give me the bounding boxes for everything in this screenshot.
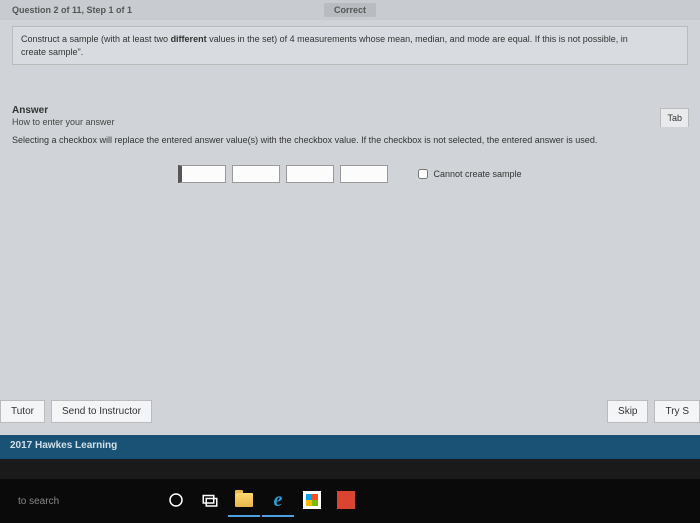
brand-footer: 2017 Hawkes Learning	[0, 435, 700, 459]
edge-browser-icon[interactable]: e	[262, 485, 294, 517]
bottom-button-bar: Tutor Send to Instructor Skip Try S	[0, 400, 700, 423]
value-input-3[interactable]	[286, 165, 334, 183]
prompt-bold: different	[171, 34, 207, 44]
answer-section: Answer How to enter your answer Tab Sele…	[12, 105, 688, 183]
status-badge: Correct	[324, 3, 376, 17]
prompt-text-a: Construct a sample (with at least two	[21, 34, 171, 44]
tab-button[interactable]: Tab	[660, 108, 689, 127]
windows-taskbar[interactable]: to search e	[0, 479, 700, 523]
question-header: Question 2 of 11, Step 1 of 1 Correct	[0, 0, 700, 20]
task-view-icon[interactable]	[194, 485, 226, 517]
value-input-2[interactable]	[232, 165, 280, 183]
app-window: Question 2 of 11, Step 1 of 1 Correct Co…	[0, 0, 700, 435]
answer-hint[interactable]: How to enter your answer	[12, 117, 115, 127]
answer-inputs-row: Cannot create sample	[12, 165, 688, 183]
prompt-text-c: create sample".	[21, 47, 83, 57]
try-button[interactable]: Try S	[654, 400, 700, 423]
file-explorer-icon[interactable]	[228, 485, 260, 517]
question-nav: Question 2 of 11, Step 1 of 1	[12, 5, 132, 15]
skip-button[interactable]: Skip	[607, 400, 648, 423]
taskbar-search[interactable]: to search	[8, 496, 158, 507]
value-inputs	[178, 165, 388, 183]
prompt-text-b: values in the set) of 4 measurements who…	[207, 34, 628, 44]
microsoft-store-icon[interactable]	[296, 485, 328, 517]
value-input-4[interactable]	[340, 165, 388, 183]
answer-title: Answer	[12, 105, 115, 116]
tutor-button[interactable]: Tutor	[0, 400, 45, 423]
answer-instruction: Selecting a checkbox will replace the en…	[12, 135, 688, 145]
question-prompt: Construct a sample (with at least two di…	[12, 26, 688, 65]
send-instructor-button[interactable]: Send to Instructor	[51, 400, 152, 423]
cannot-create-option[interactable]: Cannot create sample	[418, 169, 521, 179]
value-input-1[interactable]	[178, 165, 226, 183]
cortana-icon[interactable]	[160, 485, 192, 517]
cannot-create-label: Cannot create sample	[433, 169, 521, 179]
search-placeholder: to search	[18, 496, 59, 507]
cannot-create-checkbox[interactable]	[418, 169, 428, 179]
brand-text: 2017 Hawkes Learning	[10, 440, 117, 451]
app-icon[interactable]	[330, 485, 362, 517]
